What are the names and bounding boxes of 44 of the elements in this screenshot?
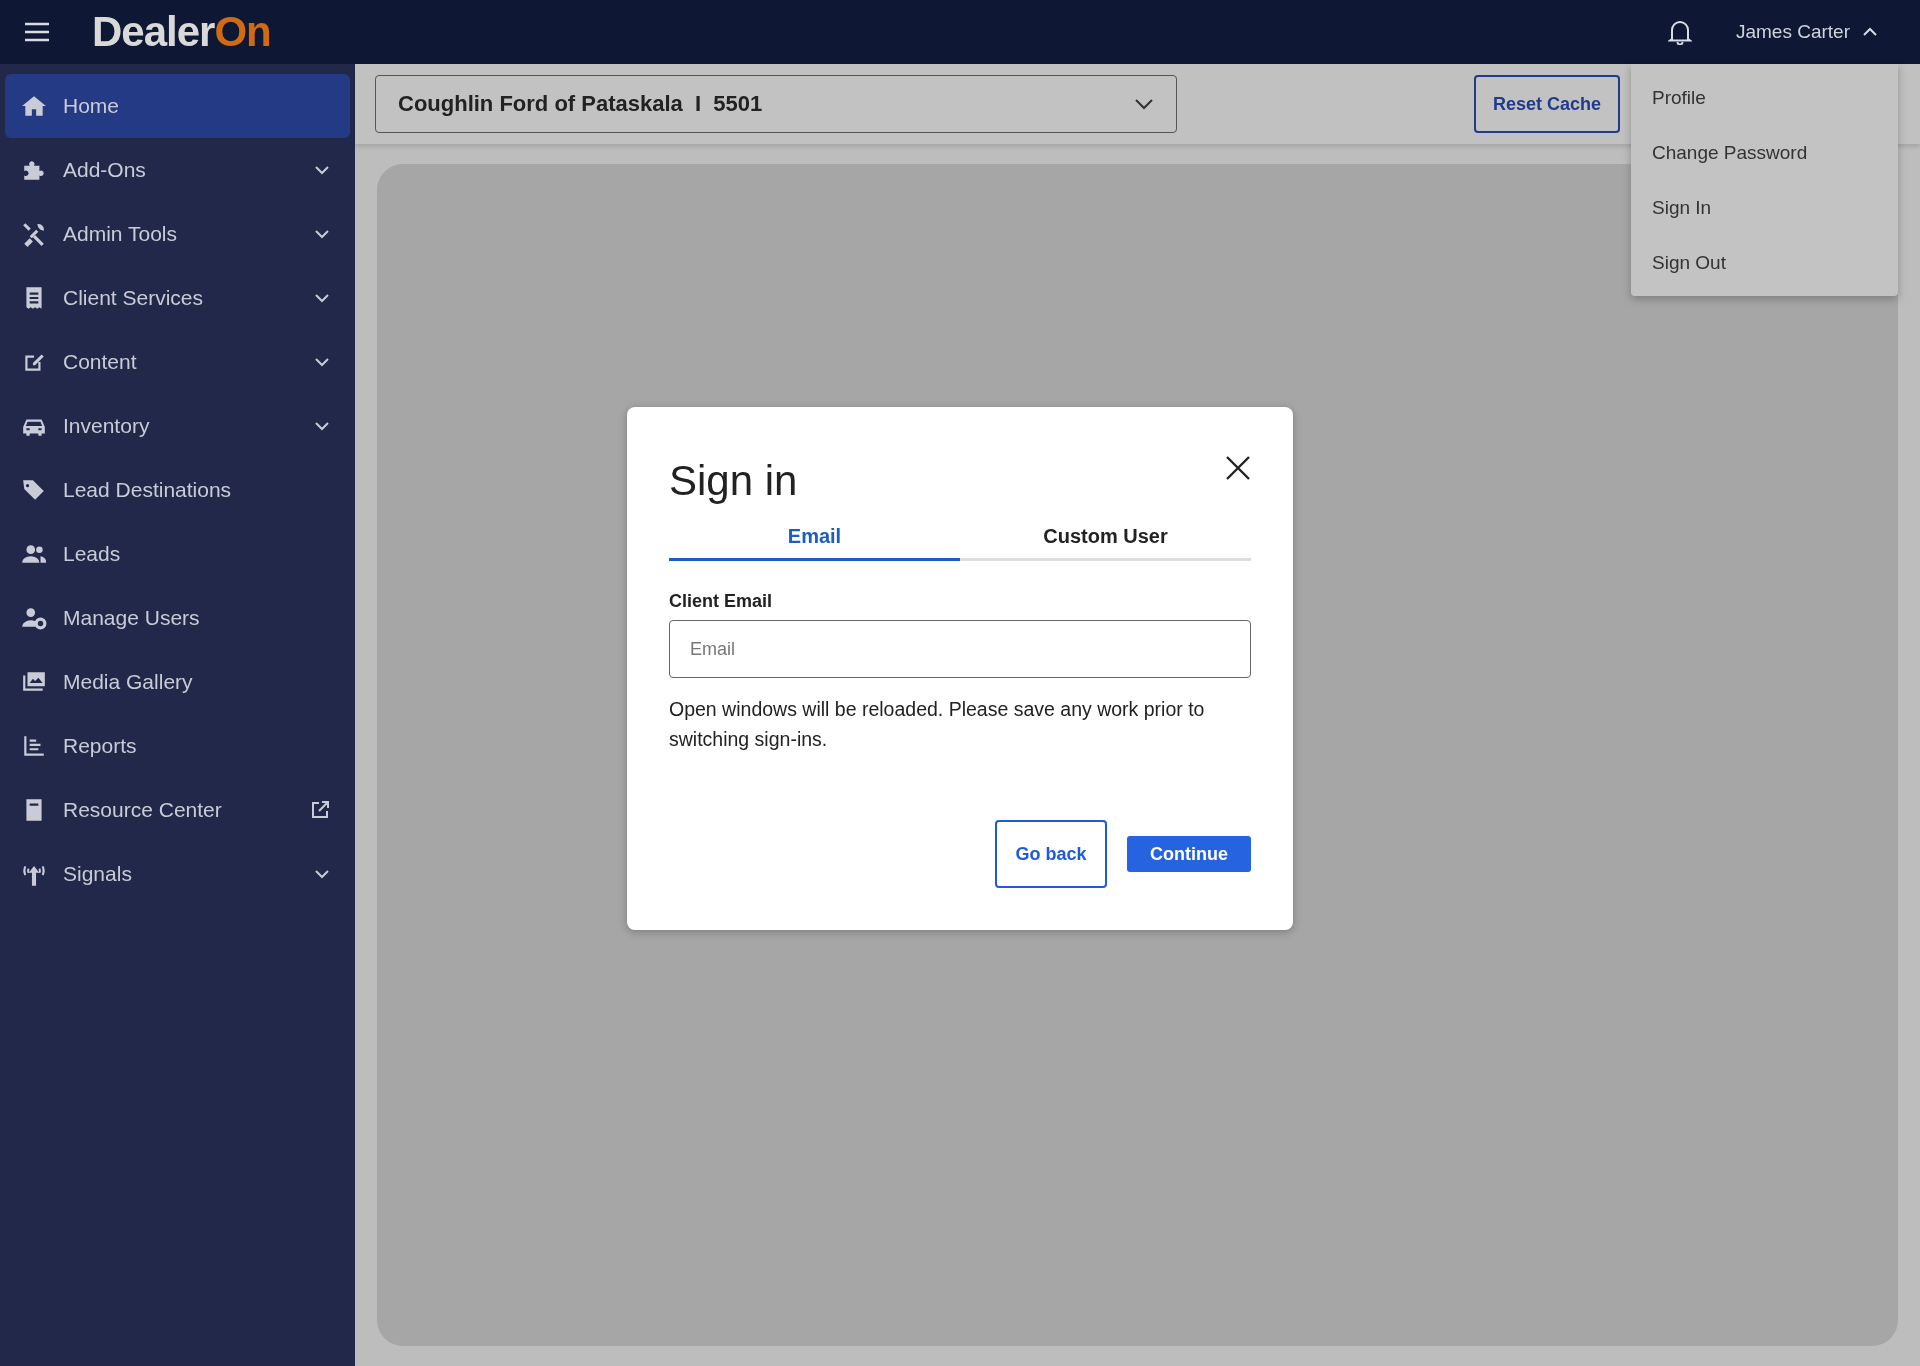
tab[interactable]: Custom User: [960, 519, 1251, 561]
chevron-down-icon: [314, 229, 330, 239]
sidebar-item[interactable]: Media Gallery: [5, 650, 350, 714]
sidebar-item[interactable]: Admin Tools: [5, 202, 350, 266]
sidebar-item[interactable]: Signals: [5, 842, 350, 906]
user-menu-button[interactable]: James Carter: [1731, 17, 1882, 47]
caret-icon: [1862, 27, 1878, 37]
sidebar-item[interactable]: Reports: [5, 714, 350, 778]
menu-item[interactable]: Change Password: [1631, 125, 1898, 180]
sidebar-item[interactable]: Manage Users: [5, 586, 350, 650]
tab[interactable]: Email: [669, 519, 960, 561]
sidebar-item[interactable]: Client Services: [5, 266, 350, 330]
dealeron-logo[interactable]: DealerOn: [92, 8, 271, 56]
sidebar-item[interactable]: Home: [5, 74, 350, 138]
reset-cache-button[interactable]: Reset Cache: [1474, 75, 1620, 133]
dialog-title: Sign in: [669, 457, 798, 505]
continue-button[interactable]: Continue: [1127, 836, 1251, 872]
sidebar-item[interactable]: Resource Center: [5, 778, 350, 842]
go-back-button[interactable]: Go back: [995, 820, 1107, 888]
menu-item[interactable]: Sign In: [1631, 180, 1898, 235]
bar-chart-icon: [21, 733, 47, 759]
tools-icon: [21, 221, 47, 247]
chevron-down-icon: [314, 357, 330, 367]
dealer-select[interactable]: Coughlin Ford of Pataskala I 5501: [375, 75, 1177, 133]
chevron-down-icon: [314, 165, 330, 175]
menu-item[interactable]: Sign Out: [1631, 235, 1898, 290]
sidebar-item[interactable]: Content: [5, 330, 350, 394]
menu-icon[interactable]: [24, 22, 50, 42]
sidebar-item[interactable]: Lead Destinations: [5, 458, 350, 522]
bell-icon[interactable]: [1667, 19, 1692, 45]
sidebar-item[interactable]: Leads: [5, 522, 350, 586]
user-gear-icon: [21, 605, 47, 631]
sidebar-item[interactable]: Inventory: [5, 394, 350, 458]
warning-text: Open windows will be reloaded. Please save any work prior to switching sign-ins.: [669, 697, 1206, 752]
close-icon[interactable]: [1225, 455, 1251, 481]
chevron-down-icon: [1134, 98, 1154, 110]
menu-item[interactable]: Profile: [1631, 70, 1898, 125]
chevron-down-icon: [314, 421, 330, 431]
chevron-down-icon: [314, 869, 330, 879]
email-input-field[interactable]: Email: [669, 620, 1251, 678]
external-link-icon: [310, 800, 330, 820]
chevron-down-icon: [314, 293, 330, 303]
field-label: Client Email: [669, 591, 774, 612]
sidebar-item[interactable]: Add-Ons: [5, 138, 350, 202]
